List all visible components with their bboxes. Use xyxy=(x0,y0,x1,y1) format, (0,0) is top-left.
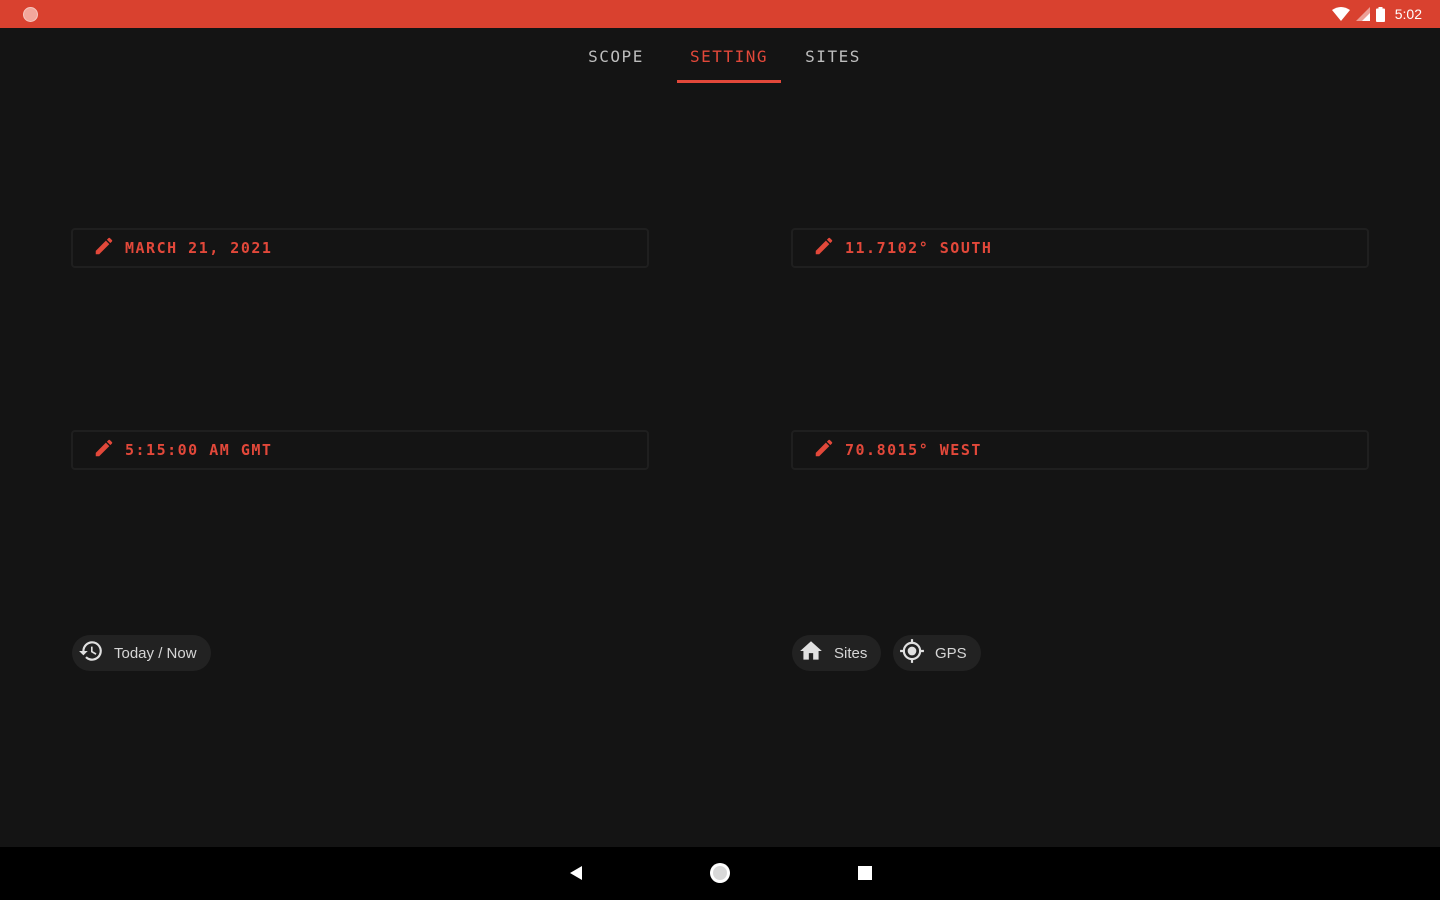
tab-scope[interactable]: SCOPE xyxy=(571,28,661,84)
history-icon xyxy=(78,638,104,668)
battery-icon xyxy=(1375,6,1385,22)
home-icon xyxy=(798,638,824,668)
signal-icon xyxy=(1355,7,1370,21)
sites-button[interactable]: Sites xyxy=(792,635,882,671)
tab-sites[interactable]: SITES xyxy=(797,28,869,84)
tab-setting[interactable]: SETTING xyxy=(677,28,781,84)
pencil-icon xyxy=(93,235,115,261)
navigation-bar xyxy=(0,847,1440,900)
today-now-button[interactable]: Today / Now xyxy=(72,635,211,671)
back-icon[interactable] xyxy=(566,861,586,889)
latitude-value: 11.7102° SOUTH xyxy=(845,239,993,257)
gps-button[interactable]: GPS xyxy=(893,635,981,671)
wifi-icon xyxy=(1331,7,1350,21)
recents-icon[interactable] xyxy=(854,861,876,889)
gps-label: GPS xyxy=(935,644,967,662)
pencil-icon xyxy=(813,437,835,463)
time-field[interactable]: 5:15:00 AM GMT xyxy=(71,430,649,470)
tab-bar: SCOPE SETTING SITES xyxy=(0,28,1440,84)
app-icon xyxy=(23,7,38,22)
sites-label: Sites xyxy=(834,644,868,662)
home-circle-icon[interactable] xyxy=(708,861,732,889)
longitude-value: 70.8015° WEST xyxy=(845,441,982,459)
pencil-icon xyxy=(93,437,115,463)
date-value: MARCH 21, 2021 xyxy=(125,239,273,257)
longitude-field[interactable]: 70.8015° WEST xyxy=(791,430,1369,470)
status-time: 5:02 xyxy=(1394,6,1422,22)
status-bar: 5:02 xyxy=(0,0,1440,28)
today-now-label: Today / Now xyxy=(114,644,197,662)
time-value: 5:15:00 AM GMT xyxy=(125,441,273,459)
date-field[interactable]: MARCH 21, 2021 xyxy=(71,228,649,268)
latitude-field[interactable]: 11.7102° SOUTH xyxy=(791,228,1369,268)
pencil-icon xyxy=(813,235,835,261)
status-icons: 5:02 xyxy=(1331,0,1422,28)
gps-icon xyxy=(899,638,925,668)
